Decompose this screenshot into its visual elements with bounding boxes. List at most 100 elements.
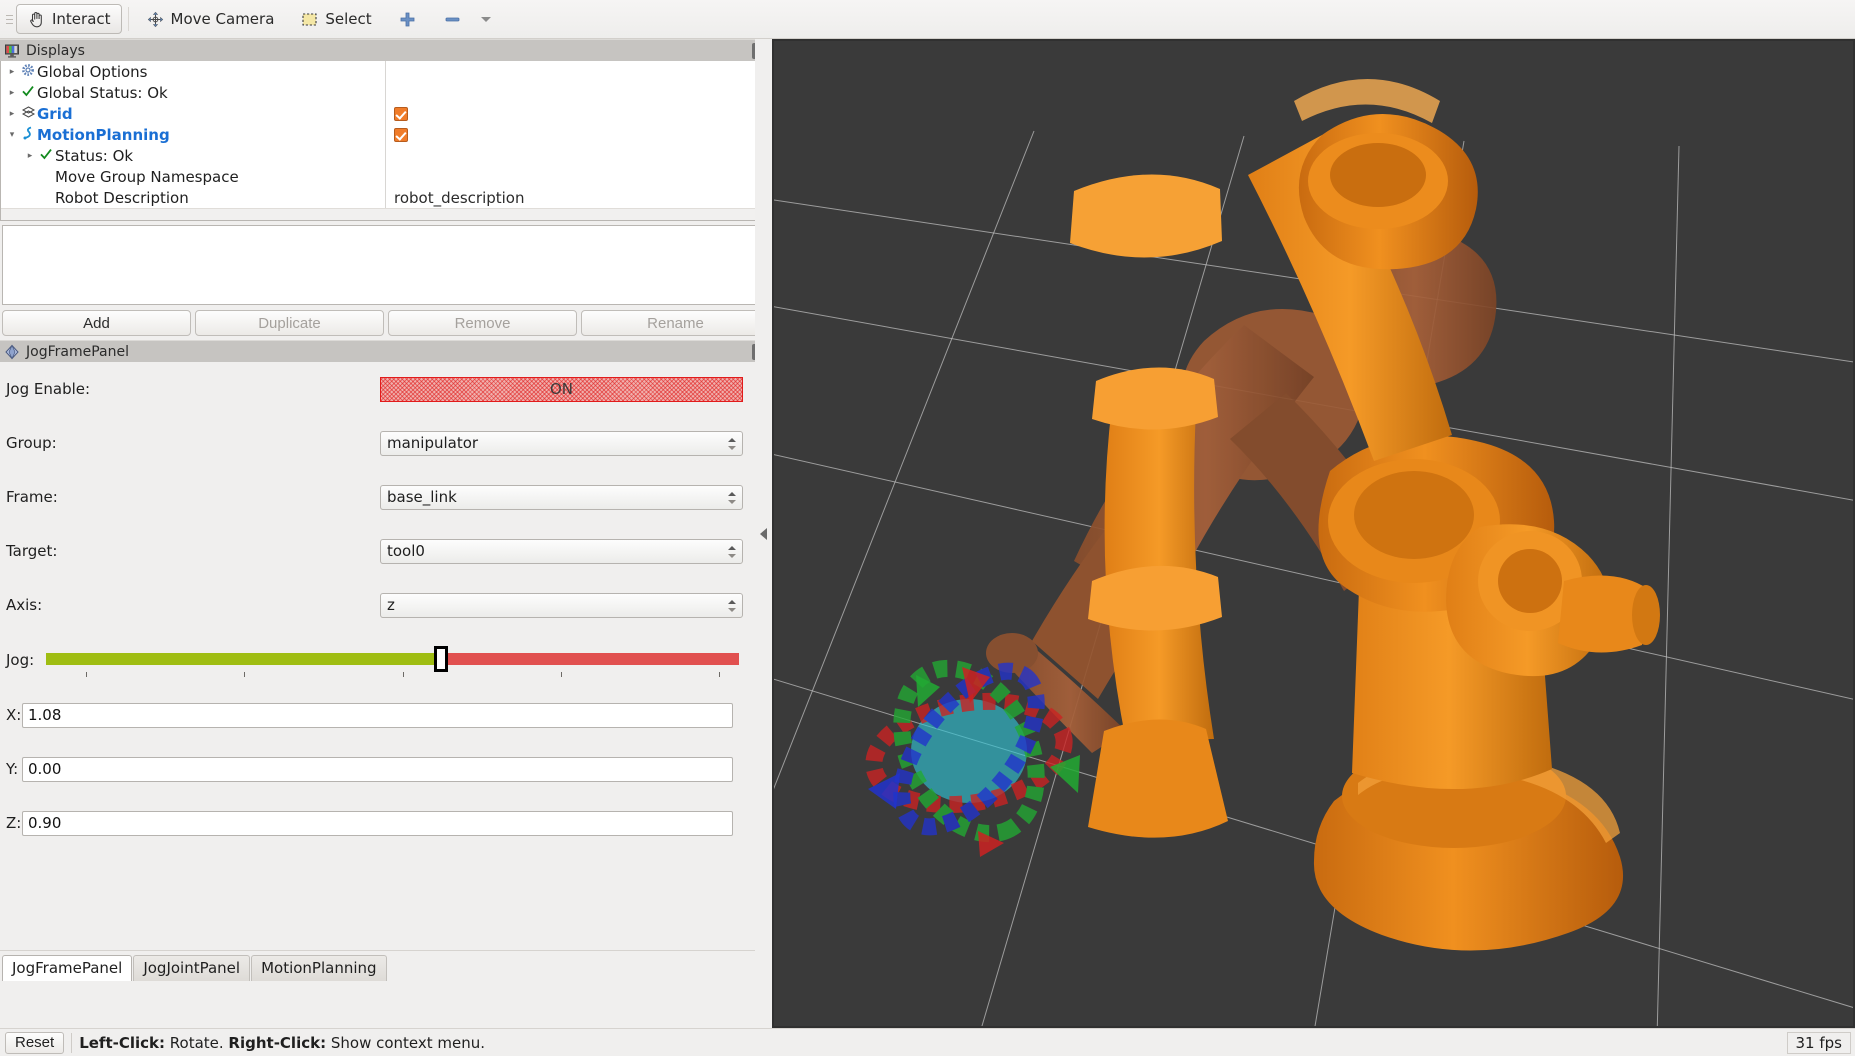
3d-viewport[interactable] (772, 39, 1855, 1028)
rename-display-button[interactable]: Rename (581, 310, 770, 336)
jog-slider-groove (46, 653, 739, 665)
3d-scene[interactable] (774, 41, 1853, 1026)
enable-checkbox[interactable] (394, 106, 408, 121)
expand-triangle-right-icon[interactable]: ▸ (5, 109, 19, 119)
left-dock: Displays × ▸ Global Options ▸ Global Status… (0, 39, 772, 1009)
jogframepanel-titlebar: JogFramePanel × (0, 340, 772, 362)
display-tree-row-value[interactable] (385, 145, 755, 166)
dock-tab-motionplanning[interactable]: MotionPlanning (251, 955, 387, 981)
robot-model (865, 79, 1660, 951)
x-row: X: 1.08 (2, 688, 770, 742)
remove-display-button[interactable]: Remove (388, 310, 577, 336)
display-tree-row-value[interactable] (385, 124, 755, 145)
display-tree-row-name: ▸ Grid (1, 105, 385, 123)
dock-tab-jogjointpanel[interactable]: JogJointPanel (133, 955, 251, 981)
add-display-button[interactable]: Add (2, 310, 191, 336)
duplicate-display-button[interactable]: Duplicate (195, 310, 384, 336)
expand-triangle-right-icon[interactable]: ▸ (5, 67, 19, 77)
display-tree-row-value[interactable] (385, 166, 755, 187)
display-tree-row-name: Robot Description (1, 189, 385, 207)
left-dock-collapse-handle[interactable] (755, 39, 772, 1028)
display-tree-row-label: Robot Description (55, 188, 189, 207)
fps-indicator: 31 fps (1786, 1032, 1851, 1054)
status-hint-left-text: Rotate. (165, 1033, 229, 1052)
check-icon (37, 147, 55, 165)
target-row: Target: tool0 (2, 524, 770, 578)
status-hint-right-text: Show context menu. (326, 1033, 486, 1052)
x-label: X: (6, 706, 22, 724)
displays-tree-horizontal-scrollbar[interactable] (1, 208, 755, 220)
tool-interact-button[interactable]: Interact (16, 4, 122, 34)
rviz-window: Interact Move Camera Select Displays ▸ G… (0, 0, 1855, 1056)
slider-tick (244, 672, 245, 677)
display-tree-row[interactable]: ▸ Global Status: Ok (1, 82, 755, 103)
y-row: Y: 0.00 (2, 742, 770, 796)
group-select[interactable]: manipulator (380, 430, 743, 456)
jog-slider[interactable] (46, 640, 739, 680)
jog-slider-handle[interactable] (434, 646, 448, 672)
main-toolbar: Interact Move Camera Select (0, 0, 1855, 39)
display-tree-row-value[interactable] (385, 82, 755, 103)
y-input[interactable]: 0.00 (22, 756, 733, 782)
display-tree-row-name: ▾ MotionPlanning (1, 126, 385, 144)
frame-select-value: base_link (387, 487, 457, 506)
status-hint-right-bold: Right-Click: (228, 1033, 327, 1052)
expand-triangle-right-icon[interactable]: ▸ (23, 151, 37, 161)
dock-tab-bar: JogFramePanel JogJointPanel MotionPlanning (0, 950, 772, 981)
frame-label: Frame: (6, 488, 58, 506)
jogframepanel-body: Jog Enable: ON Group: manipulator Frame:… (0, 362, 772, 850)
tool-focus-camera-button[interactable] (387, 4, 428, 34)
display-tree-row-value[interactable] (385, 103, 755, 124)
jog-enable-toggle-button[interactable]: ON (380, 376, 743, 402)
expand-triangle-right-icon[interactable]: ▸ (5, 88, 19, 98)
tool-select-button[interactable]: Select (289, 4, 382, 34)
display-tree-row[interactable]: Move Group Namespace (1, 166, 755, 187)
group-row: Group: manipulator (2, 416, 770, 470)
x-input[interactable]: 1.08 (22, 702, 733, 728)
frame-select[interactable]: base_link (380, 484, 743, 510)
jog-enable-row: Jog Enable: ON (2, 362, 770, 416)
plus-icon (398, 10, 417, 29)
move-camera-icon (146, 10, 165, 29)
target-spin-icon[interactable] (727, 540, 736, 563)
z-label: Z: (6, 814, 22, 832)
axis-select[interactable]: z (380, 592, 743, 618)
display-tree-row-name: ▸ Global Status: Ok (1, 84, 385, 102)
displays-panel-title: Displays (26, 42, 85, 59)
display-tree-row-name: ▸ Global Options (1, 63, 385, 81)
group-label: Group: (6, 434, 57, 452)
target-select-value: tool0 (387, 541, 425, 560)
target-select[interactable]: tool0 (380, 538, 743, 564)
axis-label: Axis: (6, 596, 43, 614)
group-select-value: manipulator (387, 433, 479, 452)
display-tree-row[interactable]: ▾ MotionPlanning (1, 124, 755, 145)
display-tree-row-value[interactable]: robot_description (385, 187, 755, 208)
display-tree-row-value[interactable] (385, 61, 755, 82)
axis-select-value: z (387, 595, 395, 614)
displays-tree-container: ▸ Global Options ▸ Global Status: Ok ▸ Grid ▾ M… (0, 61, 772, 221)
group-spin-icon[interactable] (727, 432, 736, 455)
toolbar-grip[interactable] (4, 5, 14, 33)
z-input[interactable]: 0.90 (22, 810, 733, 836)
display-tree-row-label: Grid (37, 104, 73, 123)
display-tree-row[interactable]: ▸ Status: Ok (1, 145, 755, 166)
gear-icon (19, 63, 37, 81)
displays-tree[interactable]: ▸ Global Options ▸ Global Status: Ok ▸ Grid ▾ M… (1, 61, 755, 208)
toolbar-overflow-chevron-down-icon[interactable] (480, 16, 491, 22)
select-rect-icon (300, 10, 319, 29)
frame-spin-icon[interactable] (727, 486, 736, 509)
dock-tab-jogframepanel[interactable]: JogFramePanel (2, 955, 133, 981)
display-tree-row[interactable]: ▸ Grid (1, 103, 755, 124)
axis-spin-icon[interactable] (727, 594, 736, 617)
expand-triangle-down-icon[interactable]: ▾ (5, 130, 19, 140)
reset-button[interactable]: Reset (5, 1031, 65, 1054)
enable-checkbox[interactable] (394, 127, 408, 142)
tool-move-camera-button[interactable]: Move Camera (135, 4, 286, 34)
display-tree-row[interactable]: ▸ Global Options (1, 61, 755, 82)
jog-slider-fill-positive (441, 653, 739, 665)
display-tree-row[interactable]: Robot Description robot_description (1, 187, 755, 208)
motion-planning-icon (19, 126, 37, 144)
tool-select-label: Select (325, 10, 372, 28)
panel-diamond-icon (4, 344, 20, 360)
tool-measure-button[interactable] (432, 4, 473, 34)
